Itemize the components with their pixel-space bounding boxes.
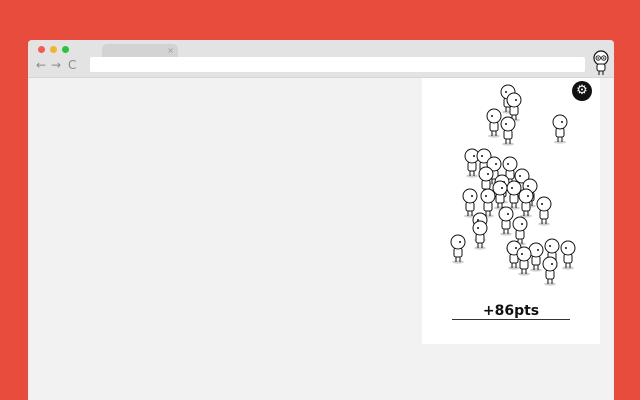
- stickman[interactable]: [486, 108, 502, 138]
- stickman[interactable]: [464, 148, 480, 178]
- stickman[interactable]: [472, 220, 488, 250]
- back-arrow-icon[interactable]: ←: [36, 58, 46, 72]
- stickman[interactable]: [500, 116, 516, 146]
- settings-gear-icon[interactable]: ⚙: [572, 81, 592, 101]
- stickman[interactable]: [516, 246, 532, 276]
- stickman[interactable]: [498, 206, 514, 236]
- stickman[interactable]: [462, 188, 478, 218]
- stickman[interactable]: [542, 256, 558, 286]
- browser-tab[interactable]: ×: [102, 44, 178, 57]
- extension-avatar-icon[interactable]: [592, 50, 610, 76]
- maximize-window-button[interactable]: [62, 46, 69, 53]
- reload-icon[interactable]: C: [68, 58, 76, 72]
- browser-window: × ← → C ⚙ +86pts: [28, 40, 614, 400]
- stickman[interactable]: [518, 188, 534, 218]
- stickman[interactable]: [528, 242, 544, 272]
- stickman[interactable]: [552, 114, 568, 144]
- stickman[interactable]: [450, 234, 466, 264]
- address-bar[interactable]: [90, 57, 585, 72]
- tab-close-icon[interactable]: ×: [167, 44, 174, 57]
- minimize-window-button[interactable]: [50, 46, 57, 53]
- stickman[interactable]: [560, 240, 576, 270]
- score-underline: [452, 319, 570, 320]
- close-window-button[interactable]: [38, 46, 45, 53]
- browser-toolbar: × ← → C: [28, 40, 614, 78]
- game-panel[interactable]: ⚙ +86pts: [422, 78, 600, 344]
- forward-arrow-icon[interactable]: →: [51, 58, 61, 72]
- stickman[interactable]: [536, 196, 552, 226]
